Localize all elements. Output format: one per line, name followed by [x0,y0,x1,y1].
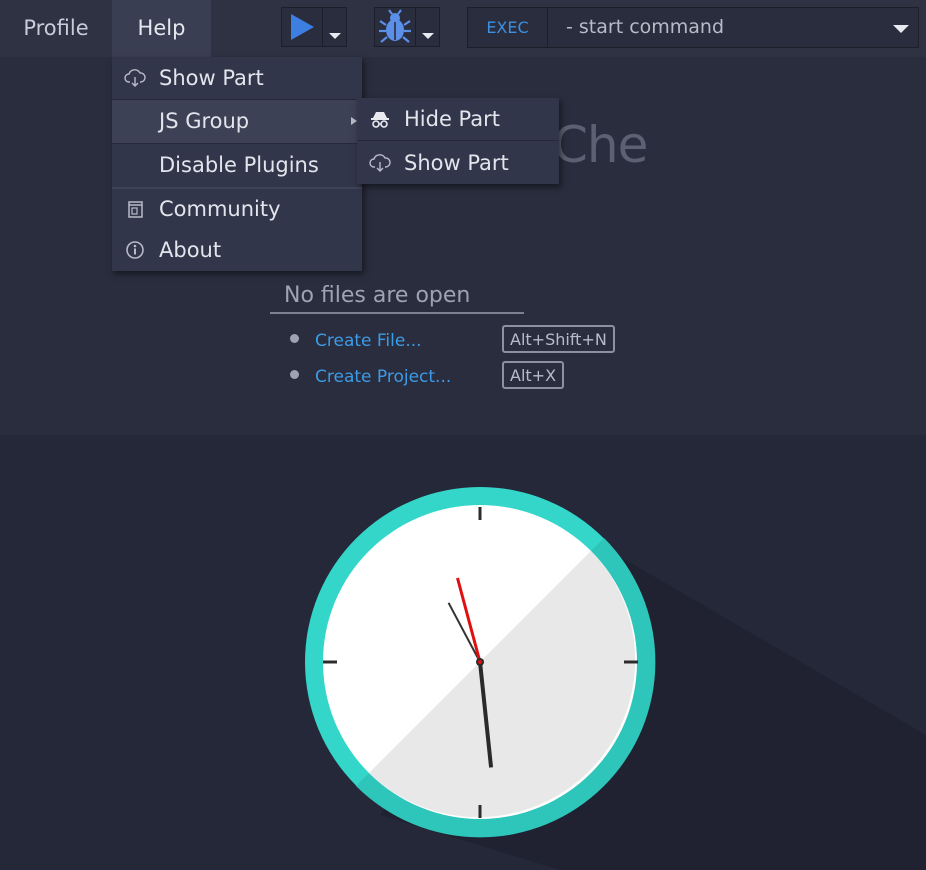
menu-item-label: About [159,238,222,262]
menu-item-label: Disable Plugins [159,153,319,177]
top-menu-bar: Profile Help EXEC - start command [0,0,926,57]
submenu-item-label: Show Part [404,151,509,175]
che-logo-text: Che [553,116,648,174]
clock-widget [305,487,926,870]
debug-button[interactable] [375,8,415,46]
menu-item-disable-plugins[interactable]: Disable Plugins [112,144,362,187]
shortcut-badge: Alt+Shift+N [502,325,615,353]
debug-button-group [374,7,440,47]
tick-6 [478,805,482,818]
tick-9 [323,660,337,664]
no-files-label: No files are open [284,283,471,308]
submenu-item-hide-part[interactable]: Hide Part [357,98,559,140]
create-project-link[interactable]: Create Project... [315,363,451,391]
create-file-link[interactable]: Create File... [315,327,422,355]
tick-3 [624,660,638,664]
submenu-item-label: Hide Part [404,107,501,131]
community-icon [128,201,143,218]
run-button-group [281,7,347,47]
menu-profile[interactable]: Profile [0,0,112,57]
menu-item-about[interactable]: About [112,229,362,272]
run-button[interactable] [282,8,322,46]
help-dropdown-menu: Show Part JS Group Disable Plugins Commu… [112,57,362,271]
menu-help[interactable]: Help [112,0,211,57]
cloud-download-icon [124,69,146,87]
menu-item-community[interactable]: Community [112,188,362,231]
empty-state-title: No files are open [270,280,524,314]
debug-dropdown-button[interactable] [416,8,440,46]
bug-icon [379,9,411,43]
exec-button[interactable]: EXEC [468,8,548,47]
menu-item-label: Show Part [159,66,264,90]
cloud-download-icon [369,154,391,172]
bullet [290,370,299,379]
command-selector[interactable]: EXEC - start command [467,7,919,48]
chevron-down-icon [329,33,341,39]
play-icon [291,14,314,40]
command-placeholder: - start command [566,16,725,38]
info-icon [126,241,144,259]
menu-item-label: JS Group [159,109,250,133]
js-group-submenu: Hide Part Show Part [357,98,559,184]
incognito-icon [371,112,389,128]
menu-item-show-part[interactable]: Show Part [112,57,362,100]
dropdown-arrow-icon[interactable] [893,25,909,33]
tick-12 [478,507,482,520]
bullet [290,334,299,343]
menu-item-js-group[interactable]: JS Group [112,100,362,143]
clock-center-dot [478,660,482,664]
menu-item-label: Community [159,197,281,221]
submenu-item-show-part[interactable]: Show Part [357,142,559,184]
chevron-down-icon [422,33,434,39]
run-dropdown-button[interactable] [323,8,347,46]
shortcut-badge: Alt+X [502,361,565,389]
